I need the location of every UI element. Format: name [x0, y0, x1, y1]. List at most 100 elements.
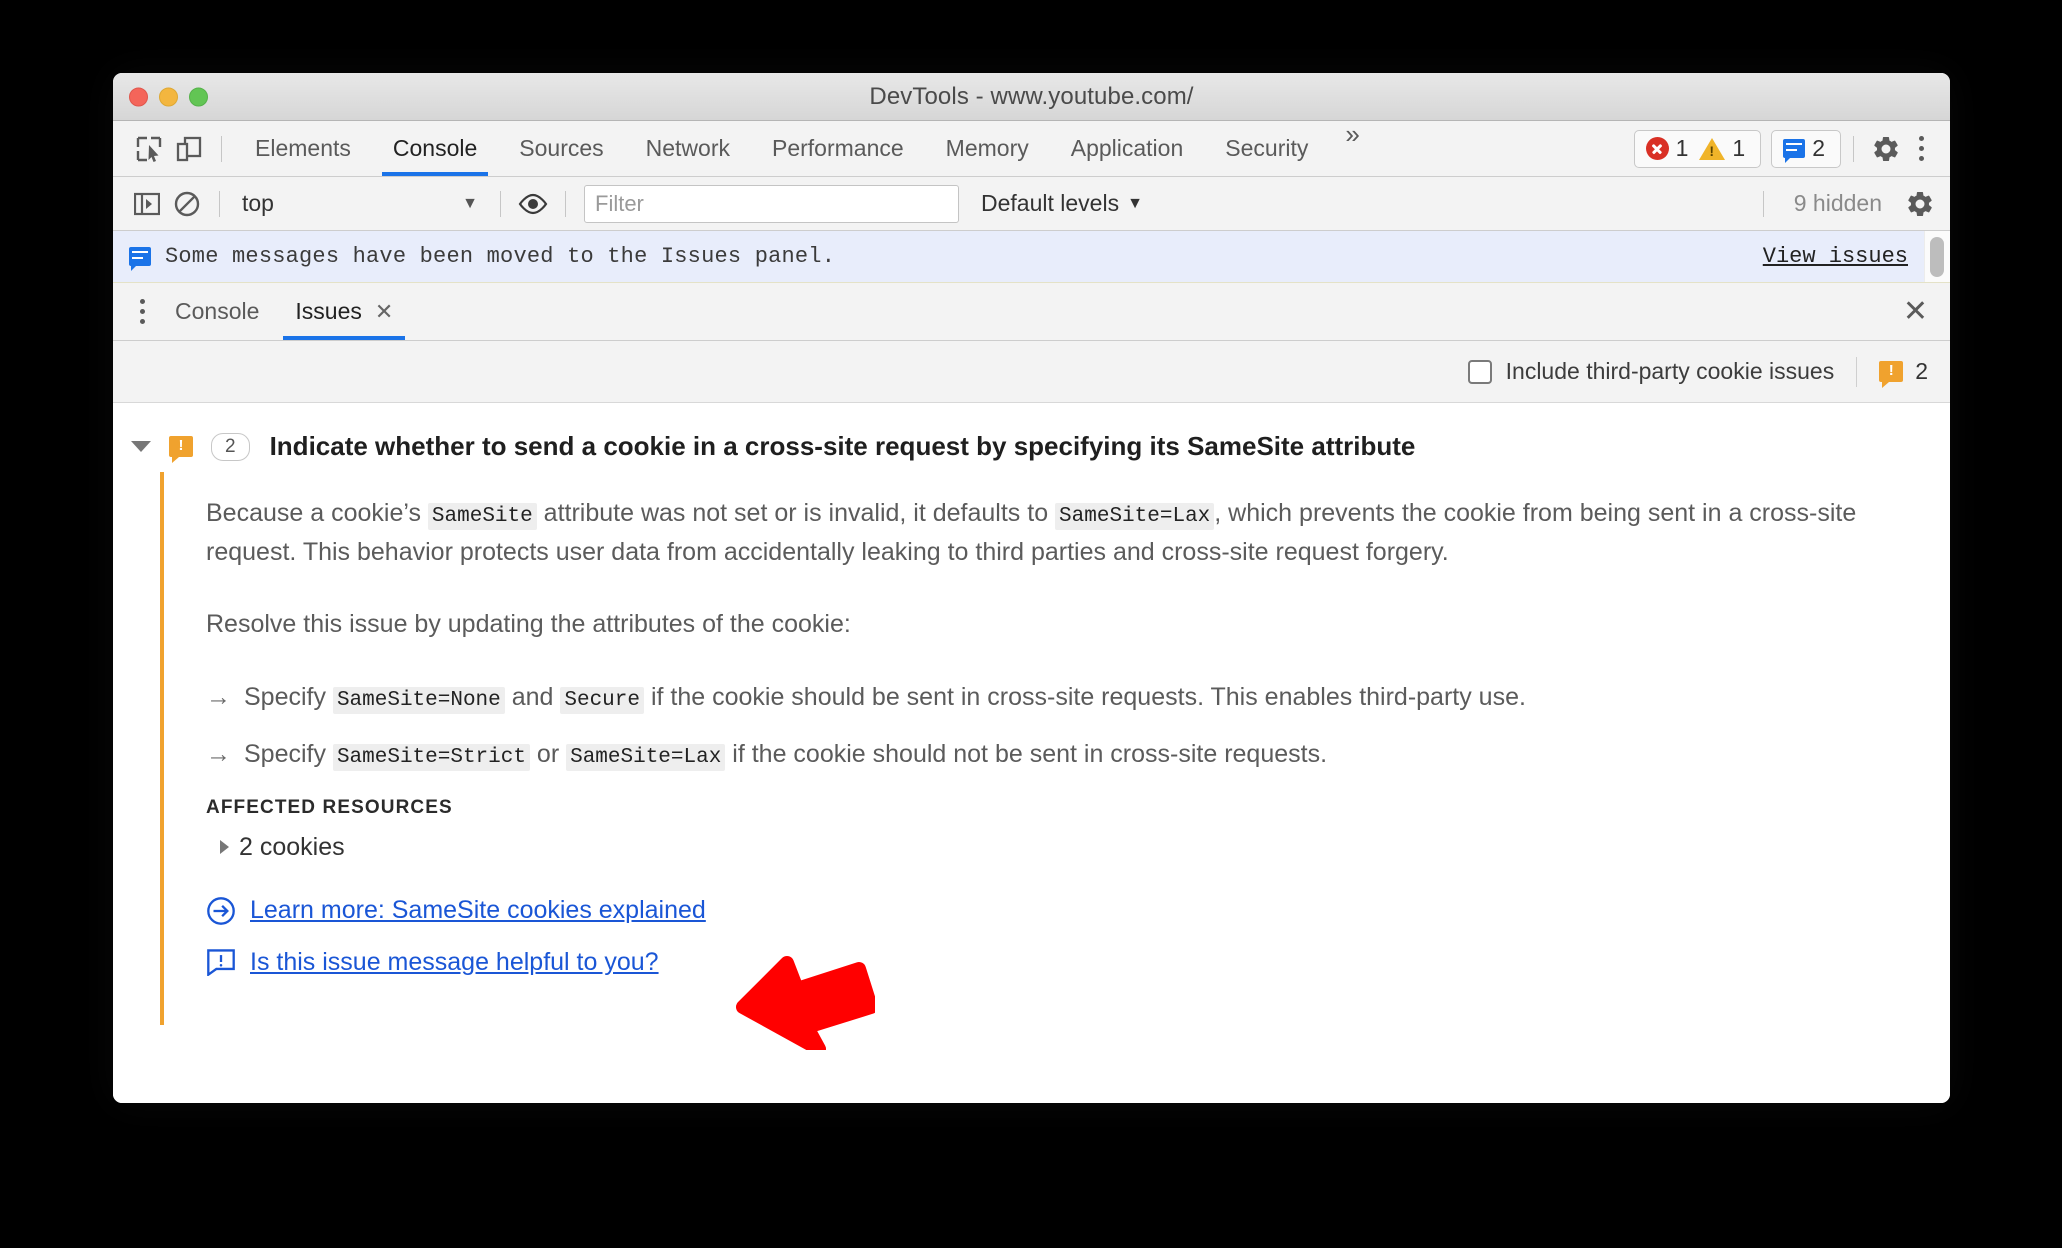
tab-application[interactable]: Application — [1050, 121, 1205, 176]
minimize-window-button[interactable] — [159, 87, 178, 106]
issue-bullet-text: Specify SameSite=None and Secure if the … — [244, 682, 1526, 714]
tab-memory[interactable]: Memory — [925, 121, 1050, 176]
tab-elements[interactable]: Elements — [234, 121, 372, 176]
drawer-tab-console[interactable]: Console — [157, 283, 277, 340]
devtools-main-tabbar: Elements Console Sources Network Perform… — [113, 121, 1950, 177]
drawer-tab-label: Issues — [295, 298, 362, 324]
issue-header-row[interactable]: ! 2 Indicate whether to send a cookie in… — [113, 417, 1950, 472]
log-levels-value: Default levels — [981, 190, 1120, 216]
tab-sources[interactable]: Sources — [498, 121, 624, 176]
include-third-party-label: Include third-party cookie issues — [1505, 358, 1835, 384]
message-count: 2 — [1812, 135, 1825, 161]
warning-count: 1 — [1732, 135, 1746, 161]
execution-context-select[interactable]: top ▼ — [232, 185, 488, 223]
inline-code: SameSite — [427, 503, 537, 530]
close-drawer-icon[interactable]: ✕ — [1903, 296, 1928, 327]
filter-input[interactable]: Filter — [584, 184, 959, 223]
kebab-menu-icon[interactable] — [1906, 136, 1936, 161]
inline-code: Secure — [560, 686, 644, 714]
feedback-row: Is this issue message helpful to you? — [206, 948, 1950, 977]
expand-triangle-icon[interactable] — [220, 840, 229, 855]
console-scrollbar[interactable] — [1924, 231, 1950, 282]
tab-network[interactable]: Network — [625, 121, 751, 176]
panel-tabs: Elements Console Sources Network Perform… — [234, 121, 1376, 176]
issue-warning-icon: ! — [1879, 361, 1904, 388]
feedback-icon — [206, 948, 250, 977]
learn-more-link[interactable]: Learn more: SameSite cookies explained — [250, 896, 706, 925]
tab-security[interactable]: Security — [1204, 121, 1329, 176]
close-window-button[interactable] — [129, 87, 148, 106]
console-info-bar: Some messages have been moved to the Iss… — [113, 231, 1950, 283]
inline-code: SameSite=None — [332, 686, 505, 714]
drawer-tabbar: Console Issues ✕ ✕ — [113, 283, 1950, 341]
error-warning-badge[interactable]: 1 1 — [1633, 129, 1762, 168]
message-icon — [129, 247, 151, 271]
tab-performance[interactable]: Performance — [751, 121, 925, 176]
issue-warning-icon: ! — [169, 436, 193, 463]
inline-code: SameSite=Lax — [1055, 503, 1215, 530]
toolbar-divider — [219, 190, 220, 217]
issue-paragraph-2: Resolve this issue by updating the attri… — [206, 609, 851, 638]
kebab-menu-icon[interactable] — [127, 299, 157, 324]
tab-label: Application — [1070, 135, 1184, 161]
feedback-link[interactable]: Is this issue message helpful to you? — [250, 948, 659, 977]
console-filter-toolbar: top ▼ Filter Default levels ▼ 9 hidden — [113, 177, 1950, 231]
more-tabs-icon[interactable]: » — [1329, 121, 1375, 176]
toolbar-divider — [565, 190, 566, 217]
error-count: 1 — [1675, 135, 1689, 161]
issue-bullet-text: Specify SameSite=Strict or SameSite=Lax … — [244, 739, 1328, 771]
info-bar-message: Some messages have been moved to the Iss… — [165, 244, 836, 269]
view-issues-link[interactable]: View issues — [1763, 244, 1908, 269]
execution-context-value: top — [242, 190, 274, 216]
close-icon[interactable]: ✕ — [375, 299, 393, 325]
device-toolbar-icon[interactable] — [169, 129, 209, 169]
issue-count-badge: 2 — [211, 432, 250, 461]
message-icon — [1783, 139, 1806, 163]
scrollbar-thumb[interactable] — [1930, 237, 1944, 277]
collapse-triangle-icon[interactable] — [131, 441, 151, 452]
error-icon — [1645, 137, 1669, 160]
warning-icon — [1699, 137, 1726, 160]
console-sidebar-icon[interactable] — [127, 184, 167, 224]
window-titlebar: DevTools - www.youtube.com/ — [113, 73, 1950, 121]
toolbar-divider — [1762, 190, 1764, 217]
clear-console-icon[interactable] — [167, 184, 207, 224]
external-link-arrow-icon — [206, 896, 250, 926]
issue-detail: Because a cookie’s SameSite attribute wa… — [160, 472, 1950, 1025]
console-toolbar-right: 9 hidden — [1751, 184, 1940, 224]
gear-icon[interactable] — [1866, 129, 1906, 169]
tab-console[interactable]: Console — [372, 121, 498, 176]
tab-label: Security — [1225, 135, 1309, 161]
window-title: DevTools - www.youtube.com/ — [869, 82, 1194, 110]
inline-code: SameSite=Strict — [332, 743, 530, 771]
tabbar-right-controls: 1 1 2 — [1624, 129, 1936, 169]
issues-total-count: 2 — [1915, 358, 1928, 384]
divider — [1856, 356, 1858, 387]
toolbar-divider — [221, 135, 222, 162]
tab-label: Elements — [255, 135, 351, 161]
affected-resource-cookies[interactable]: 2 cookies — [220, 833, 1950, 862]
issue-paragraph-1: Because a cookie’s SameSite attribute wa… — [206, 499, 1857, 566]
screenshot-root: DevTools - www.youtube.com/ Elements Con… — [0, 0, 2062, 1248]
chevron-down-icon: ▼ — [1127, 194, 1143, 212]
chevron-down-icon: ▼ — [462, 194, 478, 212]
tab-label: Network — [645, 135, 730, 161]
zoom-window-button[interactable] — [189, 87, 208, 106]
devtools-window: DevTools - www.youtube.com/ Elements Con… — [113, 73, 1950, 1103]
hidden-messages-count: 9 hidden — [1793, 190, 1882, 216]
gear-icon[interactable] — [1900, 184, 1940, 224]
tab-label: Sources — [519, 135, 604, 161]
drawer-tab-issues[interactable]: Issues ✕ — [277, 283, 411, 340]
log-levels-select[interactable]: Default levels ▼ — [981, 190, 1143, 217]
include-third-party-checkbox[interactable] — [1467, 359, 1492, 384]
live-expression-icon[interactable] — [513, 184, 553, 224]
arrow-right-icon: → — [206, 682, 231, 711]
issues-message-badge[interactable]: 2 — [1771, 129, 1841, 168]
affected-resources-title: AFFECTED RESOURCES — [206, 796, 453, 818]
inspect-element-icon[interactable] — [129, 129, 169, 169]
tab-label: Memory — [945, 135, 1029, 161]
window-traffic-lights — [129, 87, 208, 106]
toolbar-divider — [1853, 135, 1854, 162]
learn-more-row: Learn more: SameSite cookies explained — [206, 896, 1950, 926]
inline-code: SameSite=Lax — [566, 743, 726, 771]
